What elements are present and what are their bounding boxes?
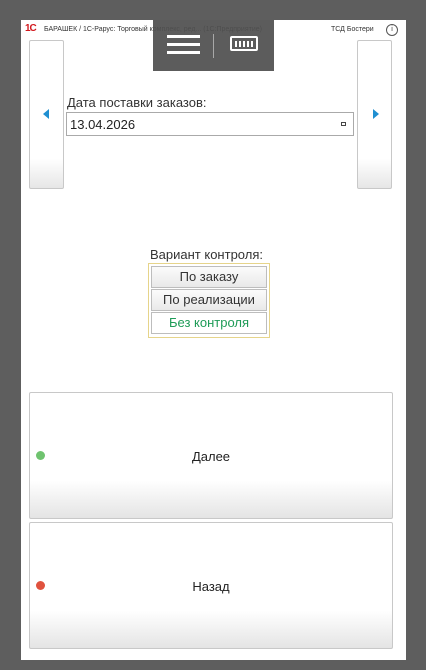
control-variant-label: Вариант контроля:: [150, 247, 263, 262]
next-date-button[interactable]: [357, 40, 392, 189]
option-by-sales[interactable]: По реализации: [151, 289, 267, 311]
floating-toolbar: [153, 20, 274, 71]
back-button[interactable]: Назад: [29, 522, 393, 649]
device-title: ТСД Бостери: [331, 26, 374, 33]
toolbar-divider: [213, 34, 214, 58]
control-variant-group: По заказу По реализации Без контроля: [148, 263, 270, 338]
option-by-order[interactable]: По заказу: [151, 266, 267, 288]
1c-logo: 1С: [25, 23, 37, 34]
keyboard-icon[interactable]: [230, 36, 258, 51]
prev-date-button[interactable]: [29, 40, 64, 189]
next-button-label: Далее: [191, 449, 231, 464]
arrow-right-icon: [373, 109, 379, 119]
date-field[interactable]: 13.04.2026: [66, 112, 354, 136]
arrow-left-icon: [43, 109, 49, 119]
date-value: 13.04.2026: [70, 117, 136, 132]
back-button-label: Назад: [192, 579, 230, 594]
option-no-control[interactable]: Без контроля: [151, 312, 267, 334]
app-window: 1С БАРАШЕК / 1С-Рарус: Торговый комплекс…: [21, 20, 406, 660]
info-icon[interactable]: i: [386, 24, 398, 36]
calendar-icon[interactable]: [337, 117, 351, 131]
date-label: Дата поставки заказов:: [67, 95, 207, 110]
hamburger-icon[interactable]: [167, 35, 200, 55]
next-button[interactable]: Далее: [29, 392, 393, 519]
